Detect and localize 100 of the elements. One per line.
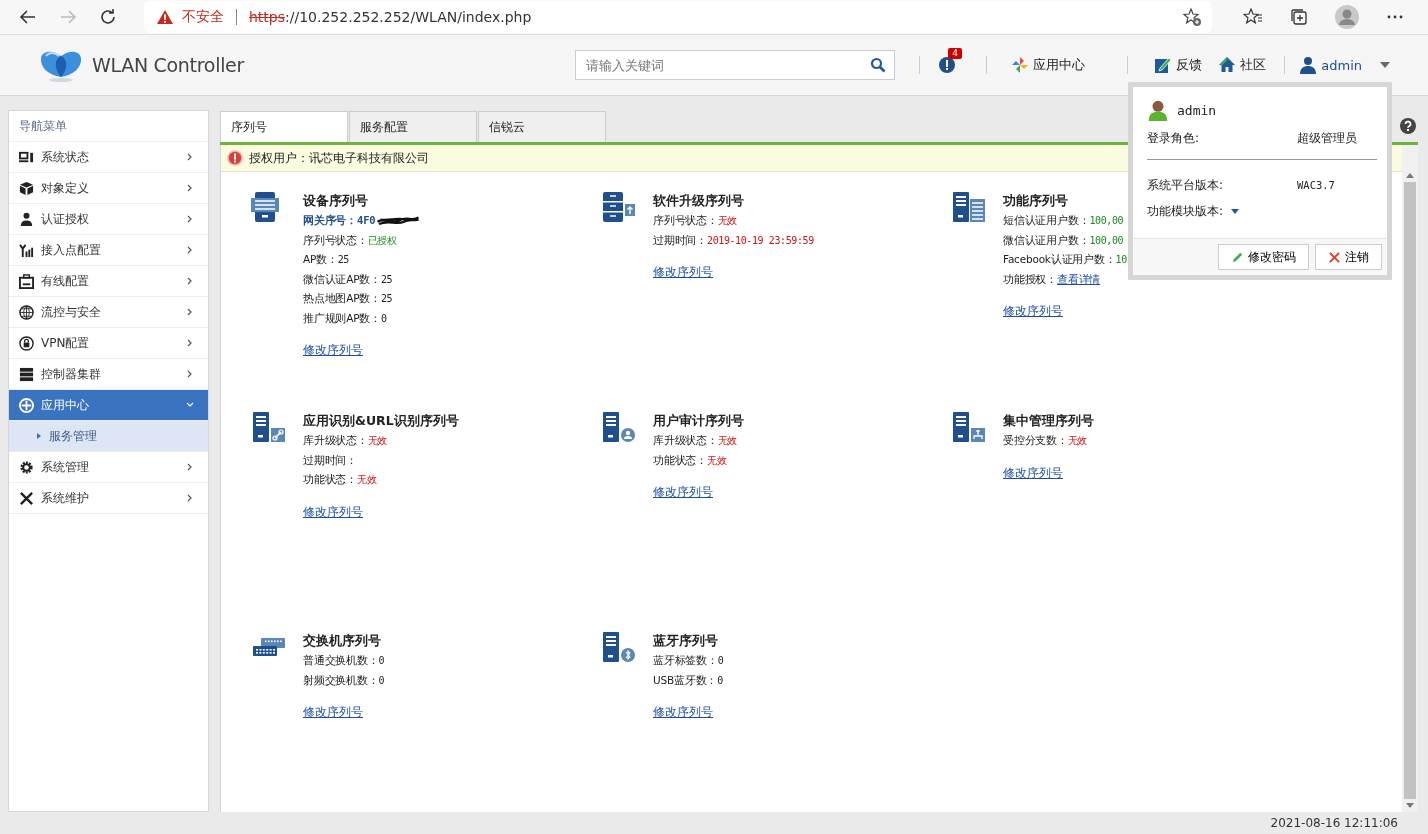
server-link-icon bbox=[251, 410, 287, 444]
sidebar-item[interactable]: 系统管理 bbox=[9, 452, 208, 483]
role-label: 登录角色: bbox=[1147, 129, 1201, 147]
app-center-link[interactable]: 应用中心 bbox=[1033, 56, 1086, 74]
sidebar-item[interactable]: VPN配置 bbox=[9, 328, 208, 359]
field-value: 25 bbox=[337, 253, 349, 267]
field-label: 功能状态： bbox=[653, 452, 707, 468]
field-label: Facebook认证用户数： bbox=[1003, 252, 1116, 267]
alert-count: 4 bbox=[948, 48, 962, 59]
url-scheme: https bbox=[249, 9, 286, 25]
tools-icon bbox=[19, 490, 34, 506]
field-label: 库升级状态： bbox=[653, 433, 718, 448]
field-label: 推广规则AP数： bbox=[303, 310, 381, 326]
field-value: 4F0 bbox=[357, 213, 376, 228]
warning-icon bbox=[156, 9, 174, 25]
field-label: 过期时间： bbox=[653, 232, 707, 248]
edit-icon[interactable] bbox=[1154, 56, 1173, 74]
field-value: 无效 bbox=[1067, 434, 1087, 448]
field-value: 0 bbox=[717, 654, 724, 668]
field-label: 序列号状态： bbox=[653, 213, 718, 228]
card-title: 应用识别&URL识别序列号 bbox=[303, 412, 459, 430]
redaction-scribble bbox=[376, 214, 421, 227]
module-label: 功能模块版本: bbox=[1147, 202, 1224, 220]
sidebar-item[interactable]: 流控与安全 bbox=[9, 297, 208, 328]
error-icon bbox=[227, 150, 243, 166]
sidebar-item[interactable]: 系统状态 bbox=[9, 142, 208, 173]
field-label: 库升级状态： bbox=[303, 433, 368, 448]
scrollbar[interactable] bbox=[1402, 145, 1418, 812]
url-text: ://10.252.252.252/WLAN/index.php bbox=[285, 9, 533, 25]
tab[interactable]: 服务配置 bbox=[349, 111, 477, 142]
security-label: 不安全 bbox=[182, 8, 224, 26]
person-icon bbox=[19, 211, 34, 227]
edit-serial-link[interactable]: 修改序列号 bbox=[303, 342, 363, 359]
menu-username: admin bbox=[1177, 102, 1217, 118]
field-value: 100,00 bbox=[1089, 214, 1124, 228]
sidebar-item[interactable]: 接入点配置 bbox=[9, 235, 208, 266]
collections-icon[interactable] bbox=[1289, 7, 1309, 27]
field-label: 微信认证用户数： bbox=[1003, 232, 1090, 248]
sidebar-item[interactable]: 认证授权 bbox=[9, 204, 208, 235]
field-value: 0 bbox=[378, 654, 385, 668]
user-icon[interactable] bbox=[1299, 56, 1318, 74]
platform-label: 系统平台版本: bbox=[1147, 176, 1225, 194]
card-title: 交换机序列号 bbox=[303, 632, 382, 650]
field-label: AP数： bbox=[303, 252, 338, 267]
sidebar-item[interactable]: 有线配置 bbox=[9, 266, 208, 297]
edit-serial-link[interactable]: 修改序列号 bbox=[1003, 303, 1063, 320]
star-plus-icon[interactable] bbox=[1182, 7, 1202, 27]
refresh-icon[interactable] bbox=[98, 7, 118, 27]
search-icon[interactable] bbox=[870, 57, 887, 73]
sidebar-item[interactable]: 应用中心 bbox=[9, 390, 208, 421]
field-label: 射频交换机数： bbox=[303, 672, 379, 688]
pinwheel-icon[interactable] bbox=[1011, 56, 1030, 74]
community-link[interactable]: 社区 bbox=[1240, 56, 1267, 74]
logout-button[interactable]: 注销 bbox=[1315, 244, 1382, 270]
field-value: 2019-10-19 23:59:59 bbox=[707, 233, 814, 248]
search-field[interactable]: 请输入关键词 bbox=[575, 50, 896, 80]
help-icon[interactable] bbox=[1400, 118, 1416, 134]
field-value: 已授权 bbox=[367, 233, 397, 248]
licensed-user-text: 授权用户：讯芯电子科技有限公司 bbox=[249, 149, 429, 167]
cabinet-upload-icon bbox=[601, 190, 637, 224]
details-link[interactable]: 查看详情 bbox=[1057, 269, 1101, 289]
feedback-link[interactable]: 反馈 bbox=[1176, 56, 1203, 74]
role-value: 超级管理员 bbox=[1297, 129, 1357, 147]
alert-icon[interactable] bbox=[938, 56, 957, 74]
edit-serial-link[interactable]: 修改序列号 bbox=[303, 503, 363, 521]
field-label: 蓝牙标签数： bbox=[653, 653, 718, 668]
antenna-icon bbox=[19, 242, 34, 258]
triangle-icon bbox=[37, 433, 41, 439]
monitor-icon bbox=[19, 149, 34, 165]
edit-serial-link[interactable]: 修改序列号 bbox=[653, 704, 713, 721]
favorites-icon[interactable] bbox=[1243, 7, 1263, 27]
change-password-button[interactable]: 修改密码 bbox=[1218, 244, 1309, 270]
sidebar-item[interactable]: 系统维护 bbox=[9, 483, 208, 514]
card-title: 蓝牙序列号 bbox=[653, 632, 719, 650]
field-value: 100,00 bbox=[1089, 233, 1124, 248]
edit-serial-link[interactable]: 修改序列号 bbox=[303, 704, 363, 721]
avatar-icon[interactable] bbox=[1335, 5, 1359, 29]
tab[interactable]: 序列号 bbox=[220, 111, 348, 142]
edit-serial-link[interactable]: 修改序列号 bbox=[1003, 464, 1063, 482]
caret-icon[interactable] bbox=[1380, 62, 1390, 68]
address-bar[interactable]: 不安全 https://10.252.252.252/WLAN/index.php bbox=[144, 1, 1212, 33]
dropdown-caret-icon[interactable] bbox=[1231, 208, 1240, 214]
field-label: 受控分支数： bbox=[1003, 433, 1068, 448]
field-label: 序列号状态： bbox=[303, 232, 368, 248]
sidebar-subitem[interactable]: 服务管理 bbox=[9, 421, 208, 452]
card-title: 软件升级序列号 bbox=[653, 192, 745, 210]
server-list-icon bbox=[951, 190, 987, 224]
field-label: 网关序号： bbox=[303, 213, 357, 228]
edit-serial-link[interactable]: 修改序列号 bbox=[653, 264, 713, 281]
field-value: 无效 bbox=[367, 434, 387, 448]
user-avatar-icon bbox=[1147, 99, 1169, 121]
scroll-down-icon[interactable] bbox=[1406, 803, 1414, 808]
edit-serial-link[interactable]: 修改序列号 bbox=[653, 484, 713, 501]
server-user-icon bbox=[601, 410, 637, 444]
home-icon[interactable] bbox=[1218, 56, 1237, 74]
field-value: 无效 bbox=[707, 453, 727, 468]
field-value: 25 bbox=[380, 272, 393, 287]
user-link[interactable]: admin bbox=[1321, 57, 1362, 73]
tab[interactable]: 信锐云 bbox=[478, 111, 606, 142]
sidebar-item[interactable]: 对象定义 bbox=[9, 173, 208, 204]
